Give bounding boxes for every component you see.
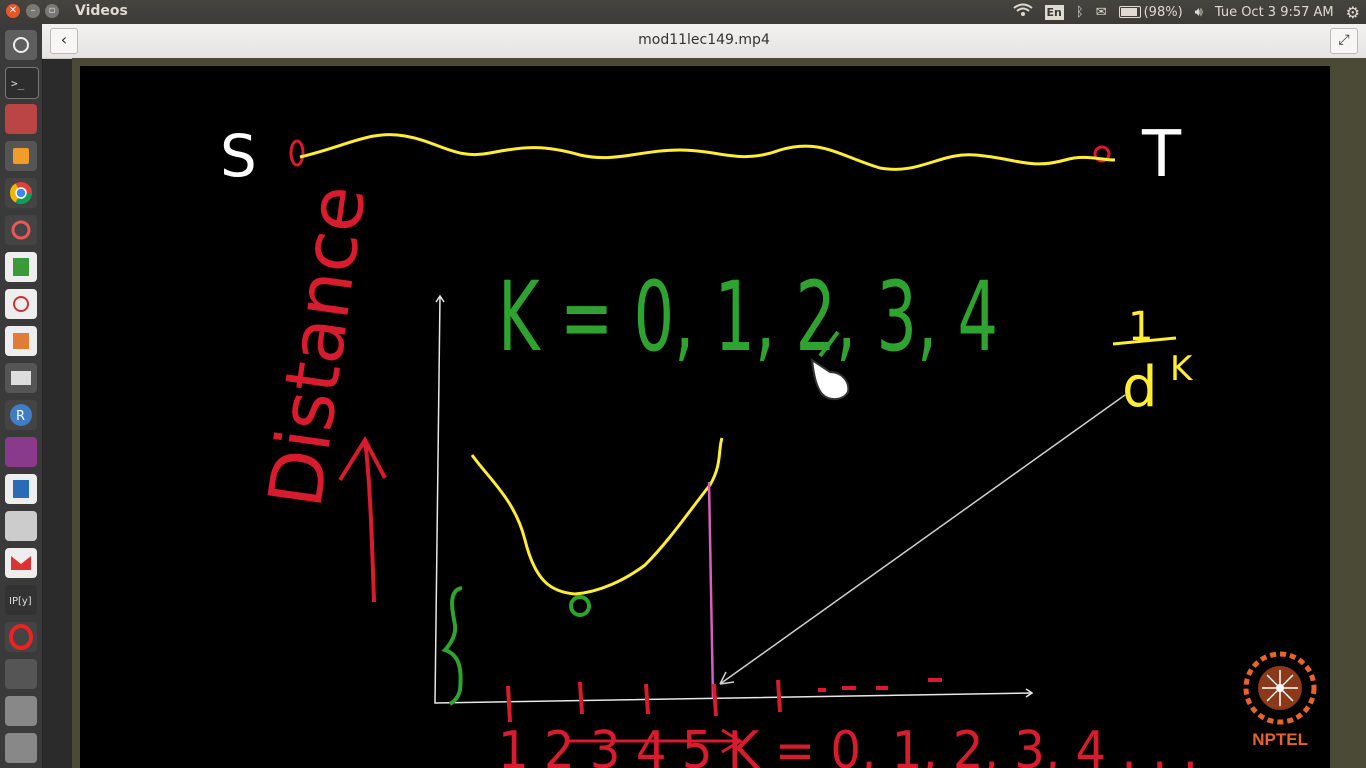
lecture-drawing: S T K = 0, 1, 2, 3, 4 Distance 1 d K 1 2… (220, 118, 1317, 768)
launcher: >_ R IP[y] (0, 24, 43, 768)
fullscreen-button[interactable]: ⤢ (1330, 28, 1358, 54)
drive-icon[interactable] (5, 696, 37, 726)
r-studio-icon[interactable]: R (5, 400, 37, 430)
file-title: mod11lec149.mp4 (638, 32, 770, 48)
nptel-logo-icon (1243, 651, 1317, 725)
text-editor-icon[interactable] (5, 511, 37, 541)
keyboard-language-indicator[interactable]: En (1044, 4, 1064, 20)
gimp-icon[interactable] (5, 659, 37, 689)
mail-icon[interactable]: ✉ (1096, 5, 1107, 20)
green-brace (441, 586, 463, 706)
video-player[interactable]: S T K = 0, 1, 2, 3, 4 Distance 1 d K 1 2… (80, 66, 1330, 768)
dash-icon[interactable] (5, 30, 37, 60)
nptel-logo-text: NPTEL (1252, 730, 1308, 749)
gear-icon[interactable]: ⚙ (1346, 3, 1360, 22)
path-curve (299, 133, 1116, 171)
clock[interactable]: Tue Oct 3 9:57 AM (1215, 5, 1334, 20)
presentation-icon[interactable] (5, 326, 37, 356)
distance-curve (470, 437, 724, 596)
gmail-icon[interactable] (5, 548, 37, 578)
volume-icon[interactable]: 🔊︎ (1195, 5, 1203, 20)
video-header-bar: ‹ mod11lec149.mp4 ⤢ (42, 24, 1366, 59)
fraction-denominator: d (1122, 355, 1158, 420)
wifi-icon[interactable] (1012, 3, 1033, 21)
svg-text:>_: >_ (11, 77, 25, 90)
source-node (289, 139, 305, 167)
video-editor-icon[interactable] (5, 363, 37, 393)
battery-indicator[interactable]: (98%) (1118, 4, 1183, 20)
system-tray: En ᛒ ✉ (98%) 🔊︎ Tue Oct 3 9:57 AM ⚙ (1001, 0, 1366, 24)
settings-icon[interactable] (5, 215, 37, 245)
writer-icon[interactable] (5, 474, 37, 504)
pointer-arrow (719, 394, 1126, 685)
files-icon[interactable] (5, 104, 37, 134)
svg-text:IP[y]: IP[y] (9, 596, 32, 607)
media-player-icon[interactable] (5, 437, 37, 467)
minimize-window-button[interactable]: – (26, 4, 40, 18)
distance-arrow (338, 435, 387, 603)
k-values-bottom: 1 2 3 4 5 K = 0, 1, 2, 3, 4 . . . (498, 721, 1198, 768)
fraction-exponent: K (1170, 349, 1194, 389)
app-title: Videos (75, 3, 128, 19)
spreadsheet-icon[interactable] (5, 252, 37, 282)
maximize-window-button[interactable]: ▫ (45, 4, 59, 18)
battery-percent: (98%) (1143, 4, 1183, 20)
drive-icon[interactable] (5, 733, 37, 763)
distance-axis-label: Distance (253, 180, 383, 512)
terminal-icon[interactable]: >_ (5, 67, 39, 99)
k-values-top: K = 0, 1, 2, 3, 4 (498, 261, 998, 373)
source-label: S (220, 122, 257, 190)
svg-text:R: R (16, 409, 25, 424)
document-viewer-icon[interactable] (5, 289, 37, 319)
close-window-button[interactable]: ✕ (6, 4, 20, 18)
minimum-point-marker (569, 595, 591, 617)
opera-icon[interactable] (5, 622, 37, 652)
chrome-icon[interactable] (5, 178, 37, 208)
system-top-bar: ✕ – ▫ Videos En ᛒ ✉ (98%) 🔊︎ Tue Oct 3 9… (0, 0, 1366, 24)
ipython-icon[interactable]: IP[y] (5, 585, 37, 615)
bluetooth-icon[interactable]: ᛒ (1076, 5, 1084, 20)
battery-icon (1118, 6, 1141, 18)
target-label: T (1141, 118, 1182, 192)
pink-vertical-line (707, 481, 715, 699)
sublime-text-icon[interactable] (5, 141, 37, 171)
